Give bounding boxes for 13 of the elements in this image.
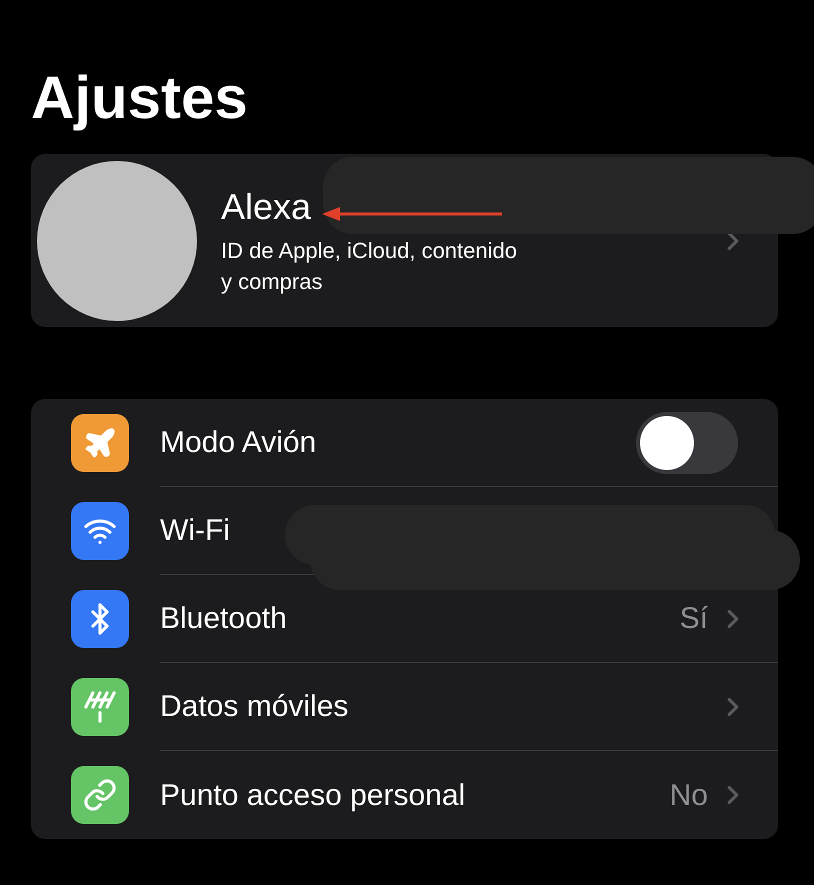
setting-value: Sí — [680, 601, 708, 637]
page-title: Ajustes — [31, 68, 249, 128]
antenna-icon — [83, 690, 117, 724]
setting-label[interactable]: Datos móviles — [160, 684, 348, 729]
link-icon — [83, 778, 117, 812]
setting-label[interactable]: Bluetooth — [160, 596, 287, 641]
profile-subtitle: ID de Apple, iCloud, contenido y compras — [221, 237, 518, 296]
airplane-icon — [83, 426, 117, 460]
setting-label[interactable]: Modo Avión — [160, 420, 316, 465]
setting-label[interactable]: Wi-Fi — [160, 508, 230, 553]
setting-value: No — [670, 778, 708, 814]
setting-label[interactable]: Punto acceso personal — [160, 772, 466, 818]
profile-name: Alexa — [221, 185, 312, 229]
